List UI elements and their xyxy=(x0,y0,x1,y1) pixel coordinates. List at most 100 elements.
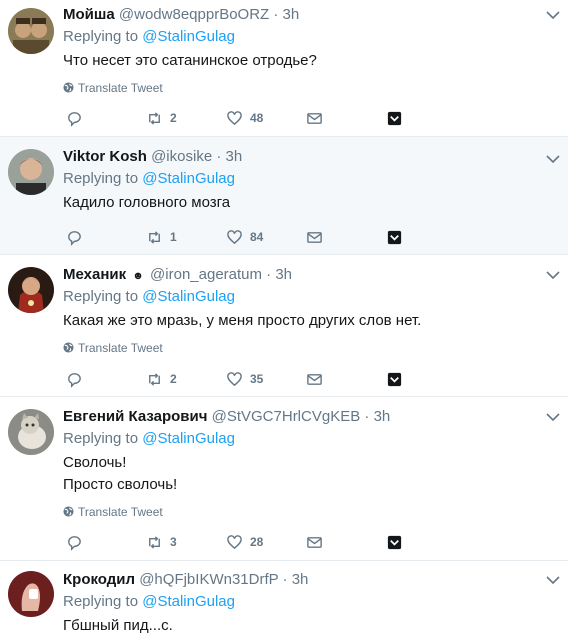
tweet-text: Какая же это мразь, у меня просто других… xyxy=(63,310,538,332)
mention-link[interactable]: @StalinGulag xyxy=(142,288,235,305)
direct-message-button[interactable] xyxy=(306,532,323,552)
timestamp[interactable]: 3h xyxy=(374,408,391,425)
reply-button[interactable] xyxy=(66,532,83,552)
user-handle[interactable]: @ikosike xyxy=(151,148,212,165)
translate-tweet-link[interactable]: Translate Tweet xyxy=(63,340,538,356)
user-handle[interactable]: @hQFjbIKWn31DrfP xyxy=(139,571,278,588)
retweet-icon xyxy=(149,535,160,549)
save-button[interactable] xyxy=(386,532,403,552)
translate-label: Translate Tweet xyxy=(78,341,163,355)
retweet-button[interactable]: 2 xyxy=(146,108,177,128)
like-button[interactable]: 48 xyxy=(226,108,263,128)
tweet-text-line: Кадило головного мозга xyxy=(63,194,231,211)
like-button[interactable]: 84 xyxy=(226,227,263,247)
tweet-header: Крокодил @hQFjbIKWn31DrfP · 3h xyxy=(63,569,538,591)
separator-dot: · xyxy=(273,6,279,23)
reply-context: Replying to @StalinGulag xyxy=(63,428,538,450)
user-handle[interactable]: @wodw8eqpprBoORZ xyxy=(119,6,269,23)
mention-link[interactable]: @StalinGulag xyxy=(142,170,235,187)
chevron-down-icon[interactable] xyxy=(546,270,560,280)
reply-context: Replying to @StalinGulag xyxy=(63,26,538,48)
emoji-badge: ☻ xyxy=(132,270,144,282)
tweet[interactable]: Механик ☻ @iron_ageratum · 3h Replying t… xyxy=(0,255,568,397)
chevron-down-icon[interactable] xyxy=(546,575,560,585)
chevron-down-icon[interactable] xyxy=(546,10,560,20)
mention-link[interactable]: @StalinGulag xyxy=(142,28,235,45)
like-count: 28 xyxy=(250,535,264,549)
like-count: 35 xyxy=(250,372,264,386)
retweet-button[interactable]: 3 xyxy=(146,532,177,552)
separator-dot: · xyxy=(282,571,288,588)
retweet-button[interactable]: 1 xyxy=(146,227,177,247)
chevron-down-icon[interactable] xyxy=(546,412,560,422)
avatar[interactable] xyxy=(8,8,54,54)
tweet-actions: 1 84 xyxy=(66,227,426,247)
direct-message-button[interactable] xyxy=(306,369,323,389)
display-name[interactable]: Мойша xyxy=(63,6,115,23)
like-button[interactable]: 28 xyxy=(226,532,263,552)
avatar[interactable] xyxy=(8,267,54,313)
retweet-count: 2 xyxy=(170,111,177,125)
tweet[interactable]: Евгений Казарович @StVGC7HrlCVgKEB · 3h … xyxy=(0,397,568,561)
translate-tweet-link[interactable]: Translate Tweet xyxy=(63,504,538,520)
timestamp[interactable]: 3h xyxy=(292,571,309,588)
save-icon xyxy=(387,111,402,125)
replying-to-label: Replying to xyxy=(63,170,139,187)
tweet-header: Евгений Казарович @StVGC7HrlCVgKEB · 3h xyxy=(63,406,538,428)
tweet[interactable]: Мойша @wodw8eqpprBoORZ · 3h Replying to … xyxy=(0,0,568,137)
tweet[interactable]: Крокодил @hQFjbIKWn31DrfP · 3h Replying … xyxy=(0,561,568,640)
display-name[interactable]: Механик xyxy=(63,266,126,283)
translate-label: Translate Tweet xyxy=(78,81,163,95)
save-button[interactable] xyxy=(386,369,403,389)
avatar[interactable] xyxy=(8,149,54,195)
tweet-header: Мойша @wodw8eqpprBoORZ · 3h xyxy=(63,4,538,26)
reply-icon xyxy=(68,372,81,388)
tweet-text-line: Что несет это сатанинское отродье? xyxy=(63,52,317,69)
reply-button[interactable] xyxy=(66,108,83,128)
retweet-count: 3 xyxy=(170,535,177,549)
reply-context: Replying to @StalinGulag xyxy=(63,286,538,308)
chevron-down-icon[interactable] xyxy=(546,154,560,164)
translate-tweet-link[interactable]: Translate Tweet xyxy=(63,80,538,96)
retweet-count: 1 xyxy=(170,230,177,244)
tweet-text: Что несет это сатанинское отродье? xyxy=(63,50,538,72)
reply-context: Replying to @StalinGulag xyxy=(63,168,538,190)
mention-link[interactable]: @StalinGulag xyxy=(142,593,235,610)
tweet-text: Гбшный пид...с. xyxy=(63,615,538,637)
reply-icon xyxy=(68,111,81,127)
save-icon xyxy=(387,230,402,244)
tweet-text-line: Какая же это мразь, у меня просто других… xyxy=(63,312,422,329)
reply-context: Replying to @StalinGulag xyxy=(63,591,538,613)
reply-button[interactable] xyxy=(66,227,83,247)
tweet-actions: 2 35 xyxy=(66,369,426,389)
separator-dot: · xyxy=(364,408,370,425)
dm-icon xyxy=(307,231,322,243)
dm-icon xyxy=(307,536,322,548)
avatar[interactable] xyxy=(8,409,54,455)
dm-icon xyxy=(307,373,322,385)
timestamp[interactable]: 3h xyxy=(275,266,292,283)
display-name[interactable]: Евгений Казарович xyxy=(63,408,207,425)
user-handle[interactable]: @StVGC7HrlCVgKEB xyxy=(212,408,361,425)
user-handle[interactable]: @iron_ageratum xyxy=(150,266,262,283)
retweet-count: 2 xyxy=(170,372,177,386)
mention-link[interactable]: @StalinGulag xyxy=(142,430,235,447)
display-name[interactable]: Viktor Kosh xyxy=(63,148,147,165)
like-button[interactable]: 35 xyxy=(226,369,263,389)
avatar[interactable] xyxy=(8,571,54,617)
timestamp[interactable]: 3h xyxy=(283,6,300,23)
translate-label: Translate Tweet xyxy=(78,505,163,519)
tweet-header: Механик ☻ @iron_ageratum · 3h xyxy=(63,264,538,286)
tweet-actions: 2 48 xyxy=(66,108,426,128)
reply-button[interactable] xyxy=(66,369,83,389)
tweet-actions: 3 28 xyxy=(66,532,426,552)
save-button[interactable] xyxy=(386,227,403,247)
timestamp[interactable]: 3h xyxy=(226,148,243,165)
tweet[interactable]: Viktor Kosh @ikosike · 3h Replying to @S… xyxy=(0,137,568,255)
save-button[interactable] xyxy=(386,108,403,128)
display-name[interactable]: Крокодил xyxy=(63,571,135,588)
retweet-button[interactable]: 2 xyxy=(146,369,177,389)
direct-message-button[interactable] xyxy=(306,227,323,247)
retweet-icon xyxy=(149,372,160,386)
direct-message-button[interactable] xyxy=(306,108,323,128)
